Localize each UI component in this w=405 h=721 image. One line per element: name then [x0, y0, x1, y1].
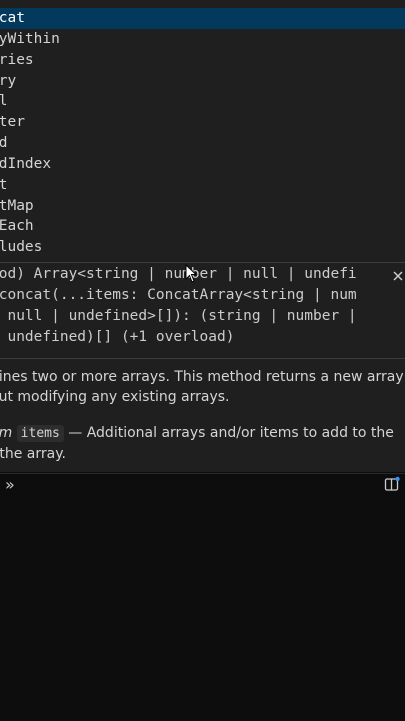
- suggestion-item[interactable]: tries: [0, 50, 405, 71]
- suggestion-item[interactable]: pyWithin: [0, 29, 405, 50]
- suggestion-label: at: [0, 177, 8, 193]
- suggestion-item[interactable]: ndIndex: [0, 154, 405, 175]
- suggestion-label: tries: [0, 52, 34, 68]
- suggestion-label: ll: [0, 93, 8, 109]
- suggestion-item[interactable]: cludes: [0, 237, 405, 258]
- suggestion-label: nd: [0, 135, 8, 151]
- suggestion-item[interactable]: lter: [0, 112, 405, 133]
- close-icon[interactable]: [391, 268, 405, 282]
- suggestion-label: ncat: [0, 10, 25, 26]
- suggestion-label: rEach: [0, 218, 34, 234]
- suggestion-item[interactable]: rEach: [0, 216, 405, 237]
- suggestion-list: ncat pyWithin tries ery ll lter nd ndInd…: [0, 0, 405, 262]
- suggestion-label: atMap: [0, 198, 34, 214]
- terminal-panel[interactable]: [0, 473, 405, 721]
- terminal-icon[interactable]: [384, 476, 400, 492]
- suggestion-item[interactable]: ll: [0, 91, 405, 112]
- suggestion-item[interactable]: atMap: [0, 196, 405, 217]
- param-description: — Additional arrays and/or items to add …: [68, 425, 394, 441]
- chevrons-right-icon[interactable]: »: [5, 477, 21, 493]
- suggestion-item[interactable]: nd: [0, 133, 405, 154]
- suggestion-label: ndIndex: [0, 156, 52, 172]
- suggestion-label: pyWithin: [0, 31, 60, 47]
- param-tag: am: [0, 425, 12, 441]
- suggestion-label: ery: [0, 73, 17, 89]
- suggestion-item[interactable]: at: [0, 175, 405, 196]
- suggestion-label: lter: [0, 114, 25, 130]
- suggestion-label: cludes: [0, 239, 43, 255]
- suggestion-item[interactable]: ery: [0, 71, 405, 92]
- param-name: items: [16, 425, 64, 442]
- docs-divider: [0, 358, 405, 359]
- suggestion-item[interactable]: ncat: [0, 8, 405, 29]
- mouse-cursor-icon: [185, 263, 199, 284]
